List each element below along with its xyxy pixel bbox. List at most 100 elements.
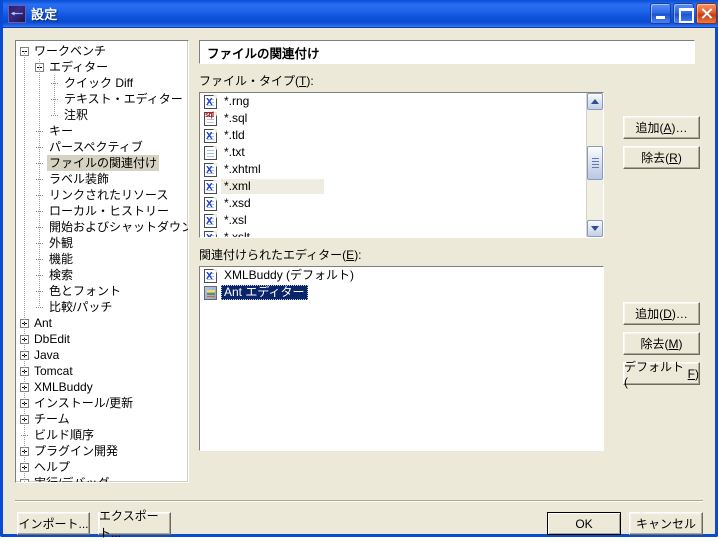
- xml-badge: X: [206, 198, 213, 210]
- button-label-prefix: 除去(: [641, 151, 670, 165]
- default-editor-button[interactable]: デフォルト(F): [623, 360, 700, 389]
- tree-item[interactable]: 外観: [16, 235, 188, 251]
- button-label-suffix: ): [678, 336, 683, 351]
- editors-label-suffix: ):: [354, 248, 362, 262]
- tree-item[interactable]: ローカル・ヒストリー: [16, 203, 188, 219]
- tree-guide-line: [39, 59, 40, 307]
- filetype-row[interactable]: X *.rng: [200, 93, 586, 110]
- tree-item-label: 検索: [49, 268, 74, 282]
- tree-item[interactable]: ワークベンチ: [16, 43, 188, 59]
- tree-item[interactable]: 検索: [16, 267, 188, 283]
- xml-document-icon: X: [204, 268, 217, 283]
- tree-item-label: 機能: [49, 252, 74, 266]
- tree-item[interactable]: ファイルの関連付け: [16, 155, 188, 171]
- filetype-row[interactable]: *.txt: [200, 144, 586, 161]
- filetype-row[interactable]: sql *.sql: [200, 110, 586, 127]
- maximize-icon[interactable]: [673, 3, 694, 24]
- xml-badge: X: [206, 164, 213, 176]
- close-icon[interactable]: [696, 3, 717, 24]
- tree-item-label: DbEdit: [34, 332, 71, 346]
- tree-item[interactable]: インストール/更新: [16, 395, 188, 411]
- tree-item[interactable]: クイック Diff: [16, 75, 188, 91]
- filetype-row[interactable]: X *.xml: [200, 178, 586, 195]
- editor-label: Ant エディター: [221, 285, 308, 300]
- tree-item[interactable]: パースペクティブ: [16, 139, 188, 155]
- ok-button[interactable]: OK: [547, 512, 621, 535]
- tree-item[interactable]: 色とフォント: [16, 283, 188, 299]
- tree-item-label: ビルド順序: [34, 428, 95, 442]
- associated-editors-list-body: X XMLBuddy (デフォルト) Ant エディター: [200, 267, 603, 301]
- scroll-down-button[interactable]: [587, 220, 603, 237]
- tree-item[interactable]: Java: [16, 347, 188, 363]
- editor-button-group: 追加(D)… 除去(M) デフォルト(F): [623, 302, 700, 392]
- tree-item-label: ラベル装飾: [49, 172, 110, 186]
- associated-editors-list[interactable]: X XMLBuddy (デフォルト) Ant エディター: [199, 266, 604, 451]
- import-button[interactable]: インポート...: [17, 512, 90, 535]
- filetype-label: *.sql: [224, 111, 248, 125]
- tree-item[interactable]: DbEdit: [16, 331, 188, 347]
- tree-item[interactable]: テキスト・エディター: [16, 91, 188, 107]
- tree-item-label: エディター: [49, 60, 109, 74]
- filetype-label: *.xsl: [224, 213, 247, 227]
- filetype-row[interactable]: X *.xsd: [200, 195, 586, 212]
- tree-item[interactable]: Ant: [16, 315, 188, 331]
- tree-item-label: ヘルプ: [34, 460, 71, 474]
- filetype-label: *.xml: [221, 179, 324, 194]
- document-lines: [207, 149, 214, 157]
- editor-label: XMLBuddy (デフォルト): [224, 268, 355, 282]
- tree-item[interactable]: XMLBuddy: [16, 379, 188, 395]
- filetypes-label: ファイル・タイプ(T):: [199, 72, 703, 89]
- tree-item[interactable]: Tomcat: [16, 363, 188, 379]
- tree-item[interactable]: リンクされたリソース: [16, 187, 188, 203]
- scroll-up-button[interactable]: [587, 93, 603, 110]
- tree-item-label: 外観: [49, 236, 74, 250]
- tree-item[interactable]: 開始およびシャットダウン: [16, 219, 188, 235]
- tree-item[interactable]: キー: [16, 123, 188, 139]
- add-filetype-button[interactable]: 追加(A)…: [623, 116, 700, 139]
- tree-item[interactable]: 機能: [16, 251, 188, 267]
- title-bar[interactable]: 設定: [3, 0, 718, 28]
- tree-item-label: ワークベンチ: [34, 44, 107, 58]
- minimize-icon[interactable]: [650, 3, 671, 24]
- tree-item[interactable]: ヘルプ: [16, 459, 188, 475]
- remove-filetype-button[interactable]: 除去(R): [623, 146, 700, 169]
- window-controls: [650, 3, 717, 24]
- preferences-tree-body: ワークベンチエディター クイック Diff テキスト・エディター 注釈 キー パースペクテ…: [16, 41, 188, 482]
- tree-item[interactable]: ビルド順序: [16, 427, 188, 443]
- xml-badge: X: [206, 181, 213, 193]
- remove-editor-button[interactable]: 除去(M): [623, 332, 700, 355]
- filetype-row[interactable]: X *.xsl: [200, 212, 586, 229]
- filetype-button-group: 追加(A)… 除去(R): [623, 116, 700, 176]
- filetypes-label-suffix: ):: [306, 74, 314, 88]
- xml-badge: X: [206, 232, 213, 238]
- tree-item[interactable]: チーム: [16, 411, 188, 427]
- cancel-button[interactable]: キャンセル: [629, 512, 703, 535]
- text-document-icon: [204, 145, 217, 160]
- filetype-row[interactable]: X *.xhtml: [200, 161, 586, 178]
- footer-right-buttons: OK キャンセル: [547, 512, 703, 535]
- filetypes-list[interactable]: X *.rng sql *.sql X *.tld *.txt X *.xhtml X *.xml X…: [199, 92, 604, 238]
- xml-document-icon: X: [204, 179, 217, 194]
- filetype-label: *.xslt: [224, 230, 251, 238]
- tree-item[interactable]: 実行/デバッグ: [16, 475, 188, 482]
- tree-item[interactable]: 比較/パッチ: [16, 299, 188, 315]
- preferences-tree[interactable]: ワークベンチエディター クイック Diff テキスト・エディター 注釈 キー パースペクテ…: [15, 40, 189, 483]
- tree-item[interactable]: 注釈: [16, 107, 188, 123]
- xml-document-icon: X: [204, 162, 217, 177]
- tree-item[interactable]: ラベル装飾: [16, 171, 188, 187]
- filetype-row[interactable]: X *.xslt: [200, 229, 586, 238]
- scrollbar-thumb[interactable]: [587, 146, 603, 180]
- editor-row[interactable]: X XMLBuddy (デフォルト): [200, 267, 603, 284]
- add-editor-button[interactable]: 追加(D)…: [623, 302, 700, 325]
- tree-item[interactable]: エディター: [16, 59, 188, 75]
- button-label-suffix: ): [677, 150, 682, 165]
- button-label-suffix: )…: [671, 120, 688, 135]
- button-label-prefix: 追加(: [635, 121, 664, 135]
- tree-item[interactable]: プラグイン開発: [16, 443, 188, 459]
- filetype-row[interactable]: X *.tld: [200, 127, 586, 144]
- filetypes-scrollbar[interactable]: [586, 93, 603, 237]
- export-button[interactable]: エクスポート...: [98, 509, 171, 540]
- tree-item-label: テキスト・エディター: [64, 92, 183, 106]
- editor-row[interactable]: Ant エディター: [200, 284, 603, 301]
- editors-label-accesskey: E: [346, 248, 355, 262]
